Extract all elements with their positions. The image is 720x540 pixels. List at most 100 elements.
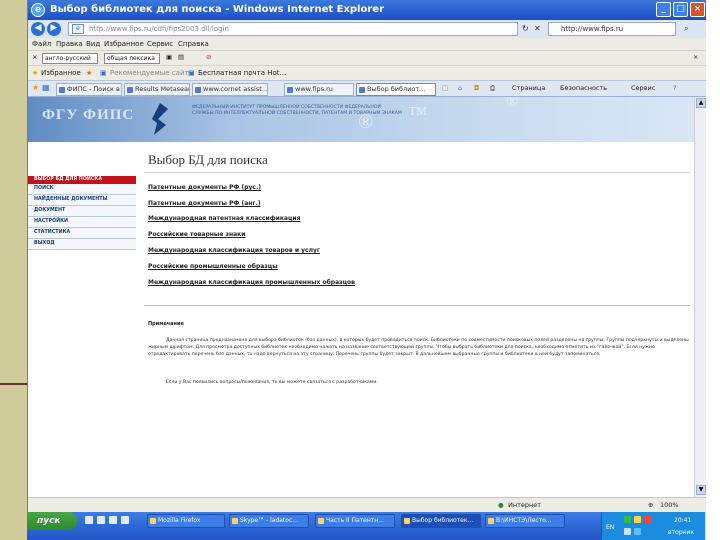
maximize-button[interactable]: □ [673,2,688,17]
address-text: http://www.fips.ru/cdfi/fips2003.dll/log… [89,25,229,33]
section-divider [144,305,690,306]
tray-icon-1[interactable] [624,516,631,523]
start-button[interactable]: пуск [27,512,77,530]
ie-icon: e [31,3,45,17]
left-menu-header[interactable]: ВЫБОР БД ДЛЯ ПОИСКА [28,176,136,184]
zone-text: Интернет [508,501,542,509]
mail-icon: ▣ [188,69,195,77]
zoom-icon: ⊕ [648,501,654,509]
translate-page-icon[interactable]: ▤ [178,53,184,61]
tray-icon-3[interactable] [644,516,651,523]
task-ie-db[interactable]: Выбор библиотек... [401,514,481,528]
safety-menu[interactable]: Безопасность [560,84,607,92]
tray-icon-5[interactable] [634,528,641,535]
tools-menu[interactable]: Сервис [631,84,655,92]
menu-view[interactable]: Вид [86,40,100,48]
stop-icon[interactable]: ✕ [534,24,541,33]
task-patent-doc[interactable]: Часть II Патентн... [315,514,395,528]
forward-icon[interactable]: ▶ [47,22,61,36]
db-link-ru-patents[interactable]: Патентные документы РФ (рус.) [148,184,261,191]
search-icon[interactable]: ⌕ [684,24,688,34]
menu-edit[interactable]: Правка [56,40,83,48]
browser-window: e Выбор библиотек для поиска - Windows I… [27,0,706,512]
menu-found-docs[interactable]: НАЙДЕННЫЕ ДОКУМЕНТЫ [28,195,136,206]
menu-document[interactable]: ДОКУМЕНТ [28,206,136,217]
quick-tabs-icon[interactable]: ▦ [42,83,50,92]
help-icon[interactable]: ? [673,84,676,92]
tray-icon-2[interactable] [634,516,641,523]
vertical-scrollbar[interactable]: ▲ ▼ [694,97,706,497]
favorite-item-2[interactable]: Бесплатная почта Hot... [198,69,286,77]
home-icon[interactable]: ⌂ [458,84,462,92]
language-select[interactable]: англо-русский [42,53,98,64]
tab-db-selection[interactable]: Выбор библиот... [356,83,436,96]
tab-fips-search[interactable]: ФИПС - Поиск в б... [56,83,122,96]
quicklaunch-icon-2[interactable] [97,516,105,524]
title-bar: e Выбор библиотек для поиска - Windows I… [28,0,706,20]
tab-fips-ru[interactable]: www.fips.ru [284,83,354,96]
add-favorite-icon[interactable]: ★ [86,69,92,77]
print-icon[interactable]: ⎙ [490,84,495,93]
menu-file[interactable]: Файл [32,40,51,48]
watermark-r2: ® [506,97,519,110]
emblem-icon [152,103,168,135]
quicklaunch-icon-4[interactable] [121,516,129,524]
db-link-en-patents[interactable]: Патентные документы РФ (анг.) [148,200,261,207]
search-input[interactable]: http://www.fips.ru [548,22,676,36]
favorites-center-icon[interactable]: ★ [32,83,39,92]
zoom-level[interactable]: 100% [660,501,679,509]
feeds-icon[interactable]: ◘ [474,84,479,92]
favorite-item-1[interactable]: Рекомендуемые сайты [110,69,194,77]
clock-day: вторник [668,529,694,536]
db-link-locarno[interactable]: Международная классификация промышленных… [148,279,355,286]
task-firefox[interactable]: Mozilla Firefox [147,514,225,528]
address-bar: ◀ ▶ e http://www.fips.ru/cdfi/fips2003.d… [28,20,706,38]
quicklaunch-icon-3[interactable] [109,516,117,524]
page-content: ™ ® ® ФГУ ФИПС ФЕДЕРАЛЬНЫЙ ИНСТИТУТ ПРОМ… [28,97,694,497]
topic-select[interactable]: общая лексика [104,53,160,64]
scroll-up-icon[interactable]: ▲ [696,98,706,108]
quicklaunch-icon-1[interactable] [85,516,93,524]
menu-exit[interactable]: ВЫХОД [28,239,136,250]
tray-icon-4[interactable] [624,528,631,535]
banner-text: ФЕДЕРАЛЬНЫЙ ИНСТИТУТ ПРОМЫШЛЕННОЙ СОБСТВ… [192,105,402,116]
menu-settings[interactable]: НАСТРОЙКИ [28,217,136,228]
menu-bar: Файл Правка Вид Избранное Сервис Справка [28,38,706,50]
stop-translate-icon[interactable]: ⊘ [206,53,211,61]
tab-bar: ★ ▦ ФИПС - Поиск в б... Results Metasear… [28,80,706,97]
status-bar: ● Интернет ⊕ 100% [28,497,706,512]
task-skype[interactable]: Skype™ - ladatoc... [229,514,309,528]
back-icon[interactable]: ◀ [31,22,45,36]
menu-search[interactable]: ПОИСК [28,184,136,195]
site-logo: ФГУ ФИПС [42,107,135,123]
page-menu[interactable]: Страница [512,84,545,92]
db-link-trademarks[interactable]: Российские товарные знаки [148,231,245,238]
menu-tools[interactable]: Сервис [147,40,173,48]
close-button[interactable]: × [690,2,705,17]
favorites-button[interactable]: Избранное [41,69,81,77]
search-text: http://www.fips.ru [561,25,624,33]
lang-indicator[interactable]: EN [606,524,614,531]
minimize-button[interactable]: _ [656,2,671,17]
translate-icon[interactable]: ▣ [166,53,172,61]
note-body: Данная страница предназначена для выбора… [148,337,694,361]
slide-decoration [0,0,27,540]
toolbar-close-right-icon[interactable]: × [693,53,698,61]
tab-cornet[interactable]: www.cornet assist... [192,83,268,96]
title-divider [144,172,690,173]
address-input[interactable]: e http://www.fips.ru/cdfi/fips2003.dll/l… [68,22,518,36]
new-tab-icon[interactable]: ▢ [442,84,449,92]
tab-results[interactable]: Results Metasear... [124,83,190,96]
db-link-designs[interactable]: Российские промышленные образцы [148,263,278,270]
refresh-icon[interactable]: ↻ [522,24,529,33]
toolbar-close-icon[interactable]: × [32,53,37,61]
menu-help[interactable]: Справка [178,40,209,48]
task-folder[interactable]: В:\ИНСТЭ\Лесто... [485,514,565,528]
menu-favorites[interactable]: Избранное [104,40,144,48]
db-link-nice[interactable]: Международная классификация товаров и ус… [148,247,320,254]
site-banner: ™ ® ® ФГУ ФИПС ФЕДЕРАЛЬНЫЙ ИНСТИТУТ ПРОМ… [28,97,694,142]
scroll-down-icon[interactable]: ▼ [696,485,706,495]
favorites-star-icon: ★ [32,69,39,77]
db-link-ipc[interactable]: Международная патентная классификация [148,215,300,222]
menu-statistics[interactable]: СТАТИСТИКА [28,228,136,239]
